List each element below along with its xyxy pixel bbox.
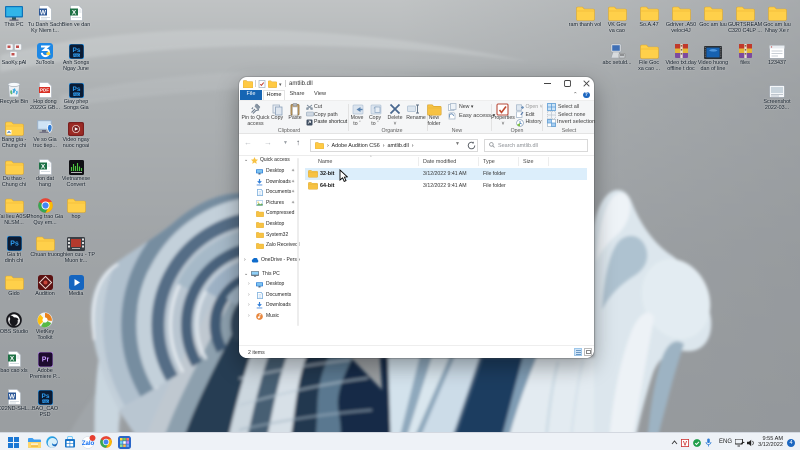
svg-text:PSD: PSD — [73, 53, 80, 57]
svg-text:Ps: Ps — [10, 241, 19, 248]
svg-text:PSD: PSD — [73, 92, 80, 96]
svg-text:W: W — [8, 393, 15, 400]
svg-text:X: X — [9, 355, 14, 362]
svg-text:Zalo: Zalo — [81, 441, 94, 447]
svg-text:V: V — [683, 441, 687, 447]
svg-text:PSD: PSD — [42, 399, 49, 403]
svg-text:X: X — [71, 9, 76, 16]
svg-text:W: W — [39, 9, 46, 16]
svg-text:X: X — [40, 163, 45, 170]
svg-text:PDF: PDF — [40, 88, 49, 93]
svg-text:Pr: Pr — [41, 357, 49, 364]
